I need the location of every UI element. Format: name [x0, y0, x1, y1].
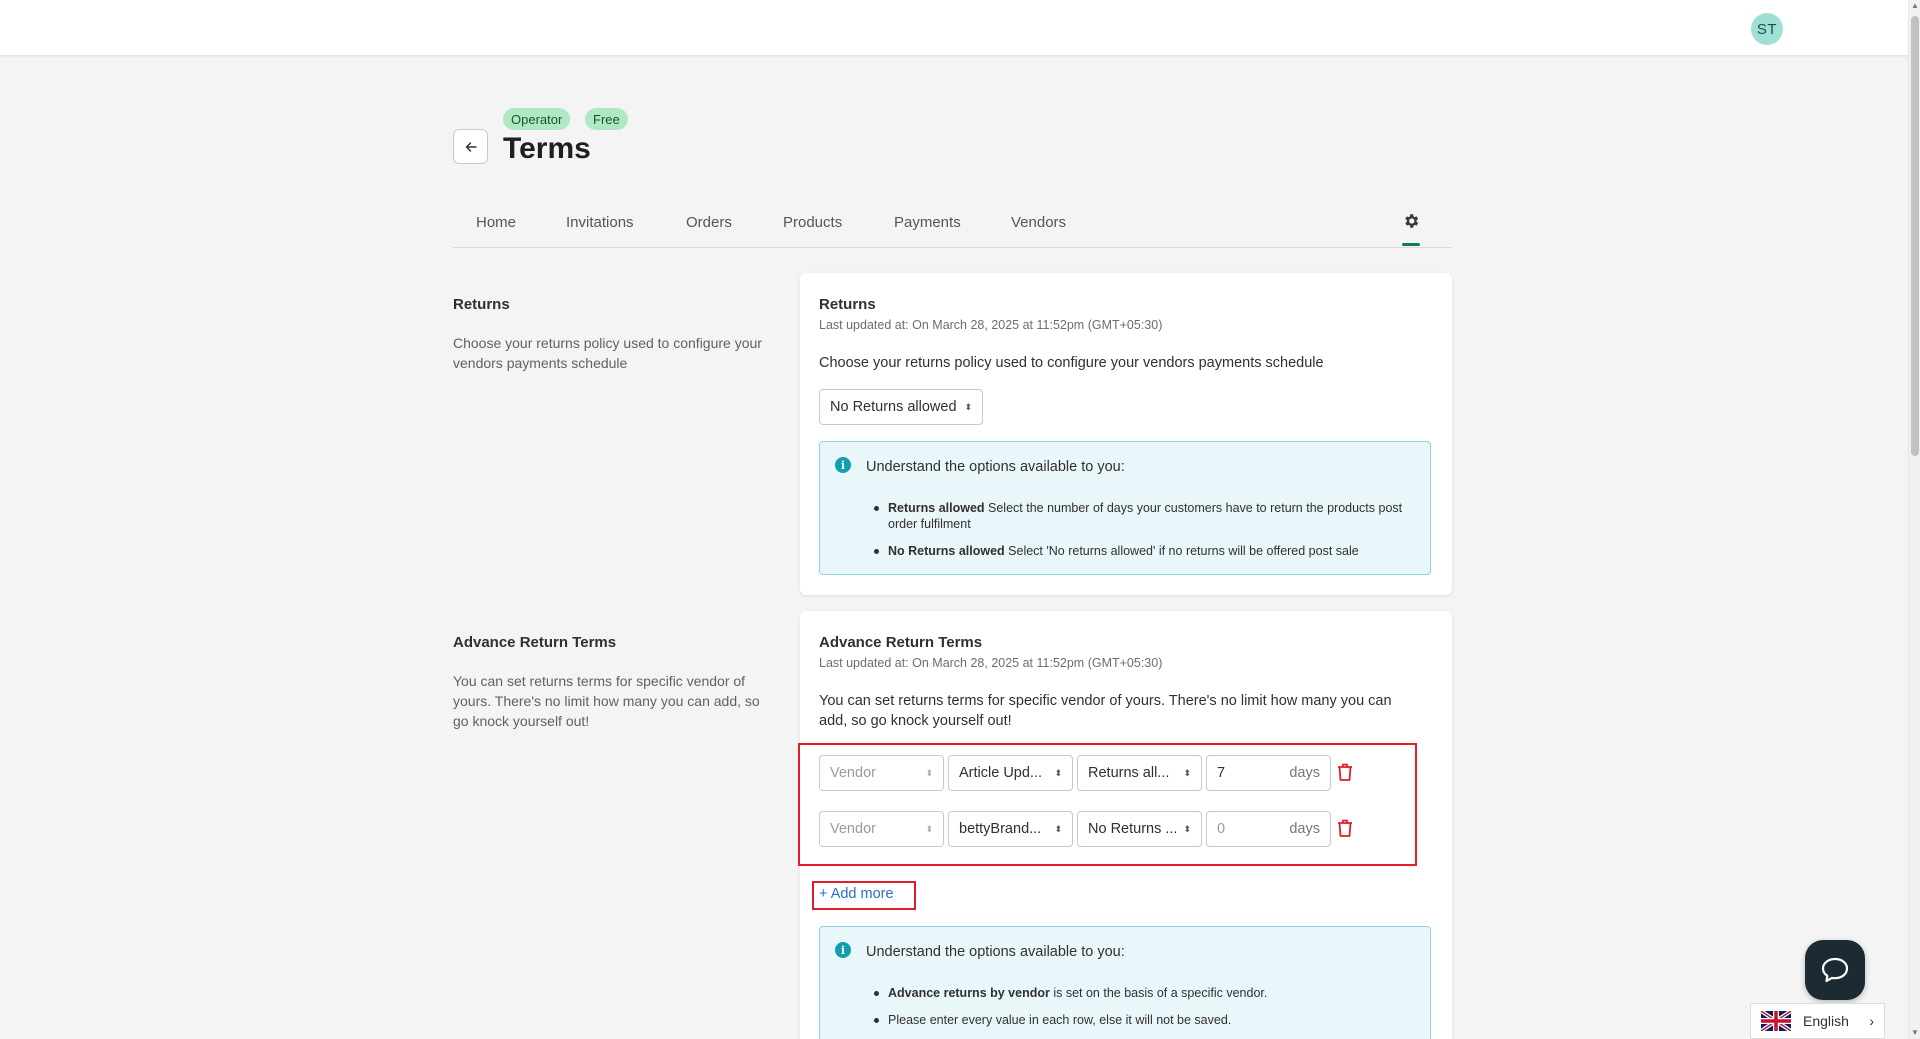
badge-free: Free — [585, 108, 628, 130]
advance-info-heading: Understand the options available to you: — [866, 944, 1125, 960]
list-item: Returns allowed Select the number of day… — [874, 500, 1418, 532]
tab-products[interactable]: Products — [783, 214, 842, 231]
list-item: Please enter every value in each row, el… — [874, 1012, 1418, 1028]
returns-card-text: Choose your returns policy used to confi… — [819, 355, 1324, 371]
select-caret-icon: ⬍ — [964, 401, 972, 412]
returns-section-description: Choose your returns policy used to confi… — [453, 335, 762, 371]
tab-invitations[interactable]: Invitations — [566, 214, 634, 231]
language-label: English — [1803, 1013, 1849, 1029]
info-icon: i — [835, 942, 851, 958]
top-bar: ST — [0, 0, 1908, 56]
arrow-left-icon — [465, 141, 477, 152]
advance-info-box: i Understand the options available to yo… — [819, 926, 1431, 1039]
tab-home[interactable]: Home — [476, 214, 516, 231]
list-item: No Returns allowed Select 'No returns al… — [874, 543, 1418, 559]
info-icon: i — [835, 457, 851, 473]
language-selector[interactable]: English › — [1750, 1003, 1885, 1039]
page-title: Terms — [503, 132, 591, 165]
advance-section-description: You can set returns terms for specific v… — [453, 673, 760, 729]
badge-operator: Operator — [503, 108, 571, 130]
returns-info-heading: Understand the options available to you: — [866, 459, 1125, 475]
list-item: Advance returns by vendor is set on the … — [874, 985, 1418, 1001]
user-avatar[interactable]: ST — [1751, 13, 1783, 45]
uk-flag-icon — [1761, 1011, 1791, 1031]
chevron-right-icon: › — [1869, 1013, 1874, 1029]
returns-info-list: Returns allowed Select the number of day… — [874, 500, 1418, 570]
highlight-add-more-frame — [812, 881, 916, 910]
tab-vendors[interactable]: Vendors — [1011, 214, 1066, 231]
back-button[interactable] — [453, 129, 488, 164]
returns-policy-select[interactable]: No Returns allowed ⬍ — [819, 389, 983, 425]
scroll-down-icon[interactable]: ▼ — [1911, 1029, 1919, 1037]
active-tab-indicator — [1402, 243, 1420, 246]
advance-last-updated: Last updated at: On March 28, 2025 at 11… — [819, 656, 1163, 670]
advance-card-title: Advance Return Terms — [819, 634, 983, 651]
returns-card-title: Returns — [819, 296, 876, 313]
advance-card-text: You can set returns terms for specific v… — [819, 693, 1392, 729]
advance-section-title: Advance Return Terms — [453, 634, 617, 651]
returns-info-box: i Understand the options available to yo… — [819, 441, 1431, 575]
returns-last-updated: Last updated at: On March 28, 2025 at 11… — [819, 318, 1163, 332]
tab-orders[interactable]: Orders — [686, 214, 732, 231]
settings-gear-icon[interactable] — [1402, 212, 1420, 230]
page-scrollbar[interactable]: ▲ ▼ — [1908, 0, 1920, 1039]
tab-bar: Home Invitations Orders Products Payment… — [453, 200, 1452, 248]
tab-payments[interactable]: Payments — [894, 214, 961, 231]
returns-policy-value: No Returns allowed — [830, 399, 957, 415]
scrollbar-thumb[interactable] — [1911, 16, 1919, 456]
chat-bubble-icon — [1821, 957, 1849, 983]
returns-card: Returns Last updated at: On March 28, 20… — [800, 273, 1452, 595]
help-chat-button[interactable] — [1805, 940, 1865, 1000]
scroll-up-icon[interactable]: ▲ — [1911, 2, 1919, 10]
advance-info-list: Advance returns by vendor is set on the … — [874, 985, 1418, 1039]
highlight-rows-frame — [798, 743, 1417, 866]
returns-section-title: Returns — [453, 296, 510, 313]
